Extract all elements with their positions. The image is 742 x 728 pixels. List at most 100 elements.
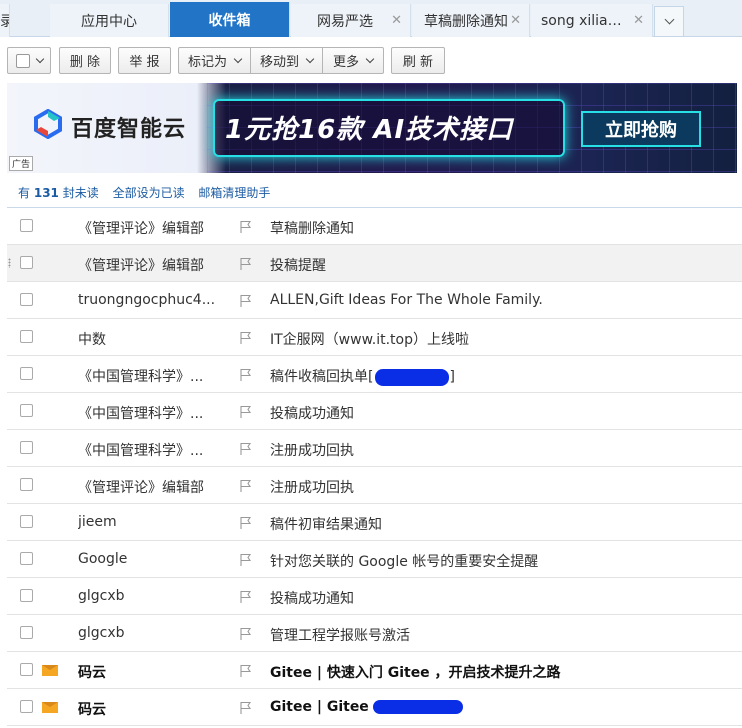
flag-icon[interactable] bbox=[239, 220, 253, 234]
flag-icon[interactable] bbox=[239, 553, 253, 567]
tab-bar: 录 应用中心 收件箱 网易严选 ✕ 草稿删除通知 ✕ song xilian… … bbox=[0, 0, 742, 37]
redaction-mark bbox=[372, 700, 463, 714]
flag-icon[interactable] bbox=[239, 664, 253, 678]
mail-list: 《管理评论》编辑部 草稿删除通知 《管理评论》编辑部 投稿提醒 truongngocph… bbox=[7, 207, 742, 726]
ad-brand: 百度智能云 bbox=[71, 117, 187, 142]
ad-banner[interactable]: 百度智能云 1元抢16款 AI技术接口 立即抢购 广告 bbox=[7, 83, 737, 173]
mail-subject[interactable]: 投稿提醒 bbox=[270, 255, 326, 275]
tab-partial[interactable]: 录 bbox=[0, 4, 10, 37]
ad-tag: 广告 bbox=[9, 156, 34, 171]
mail-checkbox[interactable] bbox=[20, 478, 33, 491]
mail-row[interactable]: jieem 稿件初审结果通知 bbox=[7, 504, 742, 541]
drag-handle-icon[interactable] bbox=[8, 258, 11, 268]
mail-subject[interactable]: Gitee | Gitee bbox=[270, 699, 463, 715]
mail-sender: 《管理评论》编辑部 bbox=[78, 258, 204, 274]
tab-song-xilian[interactable]: song xilian… ✕ bbox=[531, 4, 653, 37]
mail-row[interactable]: glgcxb 投稿成功通知 bbox=[7, 578, 742, 615]
mail-checkbox[interactable] bbox=[20, 404, 33, 417]
mail-row[interactable]: 中数 IT企服网（www.it.top）上线啦 bbox=[7, 319, 742, 356]
select-all-dropdown[interactable] bbox=[7, 47, 51, 74]
mail-sender: glgcxb bbox=[78, 588, 125, 604]
flag-icon[interactable] bbox=[239, 368, 253, 382]
mail-subject[interactable]: 注册成功回执 bbox=[270, 477, 354, 497]
mail-sender: 《中国管理科学》... bbox=[78, 443, 204, 459]
flag-icon[interactable] bbox=[239, 701, 253, 715]
redaction-mark bbox=[375, 368, 450, 386]
report-button[interactable]: 举 报 bbox=[118, 47, 171, 74]
mail-row[interactable]: 《管理评论》编辑部 草稿删除通知 bbox=[7, 208, 742, 245]
flag-icon[interactable] bbox=[239, 516, 253, 530]
flag-icon[interactable] bbox=[239, 294, 253, 308]
more-dropdown[interactable]: 更多 bbox=[322, 47, 384, 74]
mail-checkbox[interactable] bbox=[20, 293, 33, 306]
close-icon[interactable]: ✕ bbox=[391, 13, 402, 28]
tab-draft-delete-notice[interactable]: 草稿删除通知 ✕ bbox=[412, 4, 530, 37]
chevron-down-icon bbox=[664, 14, 674, 25]
mail-checkbox[interactable] bbox=[20, 367, 33, 380]
mail-row[interactable]: 《管理评论》编辑部 投稿提醒 bbox=[7, 245, 742, 282]
mail-subject[interactable]: 投稿成功通知 bbox=[270, 403, 354, 423]
mail-checkbox[interactable] bbox=[20, 552, 33, 565]
refresh-button[interactable]: 刷 新 bbox=[391, 47, 445, 74]
mail-sender: Google bbox=[78, 551, 128, 567]
mail-row[interactable]: 码云 Gitee | 快速入门 Gitee ，开启技术提升之路 bbox=[7, 652, 742, 689]
flag-icon[interactable] bbox=[239, 590, 253, 604]
mark-all-read-link[interactable]: 全部设为已读 bbox=[113, 186, 185, 200]
mail-subject[interactable]: 草稿删除通知 bbox=[270, 218, 354, 238]
mail-subject[interactable]: 管理工程学报账号激活 bbox=[270, 625, 410, 645]
tabs-more-button[interactable] bbox=[654, 6, 684, 36]
mail-subject[interactable]: 稿件收稿回执单[] bbox=[270, 366, 455, 386]
mail-checkbox[interactable] bbox=[20, 663, 33, 676]
chevron-down-icon bbox=[233, 54, 243, 63]
ad-cta-button[interactable]: 立即抢购 bbox=[581, 111, 701, 147]
baidu-cloud-logo-icon bbox=[34, 109, 62, 139]
mail-row[interactable]: glgcxb 管理工程学报账号激活 bbox=[7, 615, 742, 652]
mail-row[interactable]: 《中国管理科学》... 注册成功回执 bbox=[7, 430, 742, 467]
flag-icon[interactable] bbox=[239, 331, 253, 345]
tab-netease-yanxuan[interactable]: 网易严选 ✕ bbox=[291, 4, 411, 37]
mail-checkbox[interactable] bbox=[20, 589, 33, 602]
mail-checkbox[interactable] bbox=[20, 626, 33, 639]
mail-subject[interactable]: 稿件初审结果通知 bbox=[270, 514, 382, 534]
mail-sender: truongngocphuc4... bbox=[78, 292, 216, 308]
mail-subject[interactable]: 注册成功回执 bbox=[270, 440, 354, 460]
mail-row[interactable]: Google 针对您关联的 Google 帐号的重要安全提醒 bbox=[7, 541, 742, 578]
mail-checkbox[interactable] bbox=[20, 441, 33, 454]
move-to-dropdown[interactable]: 移动到 bbox=[250, 47, 323, 74]
unread-summary: 有 131 封未读 全部设为已读 邮箱清理助手 bbox=[18, 186, 271, 200]
flag-icon[interactable] bbox=[239, 257, 253, 271]
mail-row[interactable]: 《中国管理科学》... 投稿成功通知 bbox=[7, 393, 742, 430]
mail-row[interactable]: truongngocphuc4... ALLEN,Gift Ideas For T… bbox=[7, 282, 742, 319]
tab-inbox[interactable]: 收件箱 bbox=[170, 2, 290, 37]
unread-count: 131 bbox=[33, 186, 59, 200]
mail-checkbox[interactable] bbox=[20, 256, 33, 269]
mailbox-cleanup-link[interactable]: 邮箱清理助手 bbox=[198, 186, 270, 200]
mail-checkbox[interactable] bbox=[20, 219, 33, 232]
flag-icon[interactable] bbox=[239, 479, 253, 493]
close-icon[interactable]: ✕ bbox=[633, 13, 644, 28]
delete-button[interactable]: 删 除 bbox=[59, 47, 111, 74]
flag-icon[interactable] bbox=[239, 442, 253, 456]
mail-subject[interactable]: IT企服网（www.it.top）上线啦 bbox=[270, 329, 469, 349]
mail-sender: 《中国管理科学》... bbox=[78, 406, 204, 422]
mail-sender: 码云 bbox=[78, 665, 106, 681]
mail-checkbox[interactable] bbox=[20, 515, 33, 528]
close-icon[interactable]: ✕ bbox=[510, 13, 521, 28]
mail-sender: 码云 bbox=[78, 702, 106, 718]
mail-row[interactable]: 《中国管理科学》... 稿件收稿回执单[] bbox=[7, 356, 742, 393]
mail-subject[interactable]: 投稿成功通知 bbox=[270, 588, 354, 608]
tab-app-center[interactable]: 应用中心 bbox=[50, 4, 169, 37]
mail-subject[interactable]: 针对您关联的 Google 帐号的重要安全提醒 bbox=[270, 551, 538, 571]
mail-row[interactable]: 《管理评论》编辑部 注册成功回执 bbox=[7, 467, 742, 504]
mail-subject[interactable]: ALLEN,Gift Ideas For The Whole Family. bbox=[270, 292, 543, 308]
mail-sender: 《管理评论》编辑部 bbox=[78, 221, 204, 237]
flag-icon[interactable] bbox=[239, 627, 253, 641]
mail-checkbox[interactable] bbox=[20, 330, 33, 343]
mail-checkbox[interactable] bbox=[20, 700, 33, 713]
ad-slogan: 1元抢16款 AI技术接口 bbox=[225, 115, 514, 145]
select-all-checkbox[interactable] bbox=[16, 53, 30, 68]
mail-row[interactable]: 码云 Gitee | Gitee bbox=[7, 689, 742, 726]
mail-subject[interactable]: Gitee | 快速入门 Gitee ，开启技术提升之路 bbox=[270, 662, 561, 682]
mark-as-dropdown[interactable]: 标记为 bbox=[178, 47, 251, 74]
flag-icon[interactable] bbox=[239, 405, 253, 419]
